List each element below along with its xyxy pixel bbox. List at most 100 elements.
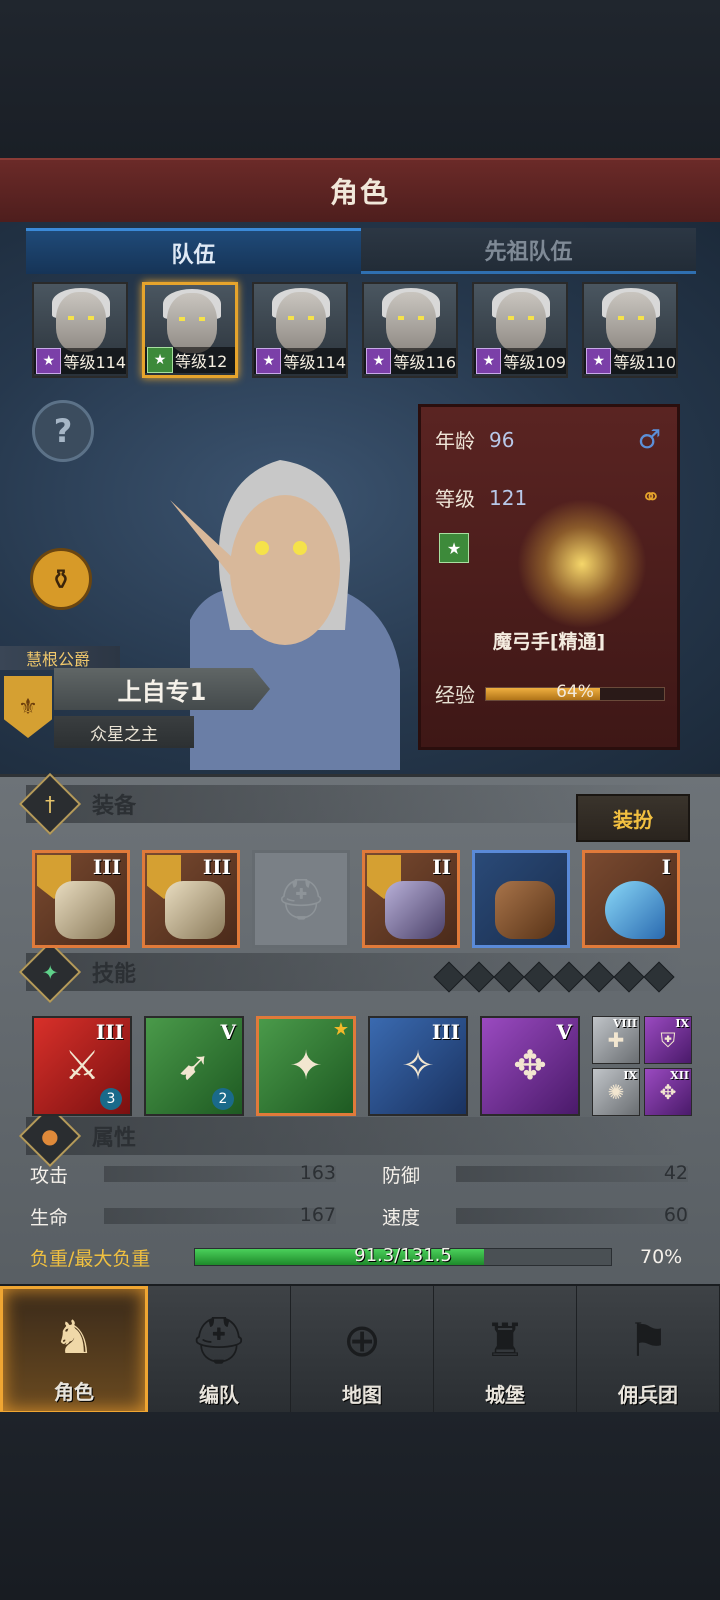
skill-slot-2[interactable]: ➹ V 2 [144,1016,244,1116]
level-label: 等级 [435,487,475,511]
party-portraits: ★ 等级114 ★ 等级12 ★ 等级114 ★ 等级116 ★ 等级109 ★ 等级110 [32,282,692,380]
skill-icon: ✚ [607,1028,625,1052]
skill-slot-4[interactable]: ✧ III [368,1016,468,1116]
passive-skill-4[interactable]: ✥ XII [644,1068,692,1116]
tier-label: III [202,855,231,879]
skill-points [433,961,698,993]
class-icon: ★ [36,348,62,374]
nav-label: 编队 [199,1383,239,1407]
potion-icon[interactable]: ⚱ [30,548,92,610]
passive-skill-2[interactable]: ⛨ IX [644,1016,692,1064]
equip-slot-armor[interactable]: II [362,850,460,948]
portrait-3[interactable]: ★ 等级114 [252,282,348,378]
level-tag: ★ 等级12 [145,347,235,373]
level-tag: ★ 等级110 [584,348,676,374]
level-tag: ★ 等级114 [254,348,346,374]
help-icon[interactable]: ? [32,400,94,462]
passive-skill-3[interactable]: ✺ IX [592,1068,640,1116]
hero-name[interactable]: 上自专1 [54,668,270,710]
unit-figure [517,499,647,629]
skill-icon: ➹ [177,1043,211,1089]
tier-label: V [556,1020,572,1044]
equip-slot-weapon-1[interactable]: III [32,850,130,948]
tier-label: VIII [613,1017,637,1030]
eyes [398,316,424,320]
equip-slot-weapon-2[interactable]: III [142,850,240,948]
skill-point [523,961,555,993]
tier-label: II [432,855,451,879]
stat-speed: 速度 60 [382,1202,688,1230]
age-row: 年龄 96 [435,425,514,454]
weapon-art [55,881,115,939]
hero-eye-right [293,541,307,555]
level-text: 等级12 [175,352,228,371]
equip-slot-amulet[interactable]: I [582,850,680,948]
eyes [618,316,644,320]
passive-skills: ✚ VIII ⛨ IX ✺ IX ✥ XII [592,1016,692,1116]
equip-slot-boots[interactable] [472,850,570,948]
helmet-icon: ⛑ [189,1312,249,1367]
portrait-1[interactable]: ★ 等级114 [32,282,128,378]
level-row: 等级 121 [435,483,527,512]
weight-row: 负重/最大负重 91.3/131.5 70% [30,1242,690,1272]
class-icon: ★ [476,348,502,374]
level-text: 等级109 [503,353,566,372]
stat-value: 163 [299,1162,336,1184]
portrait-6[interactable]: ★ 等级110 [582,282,678,378]
exp-percent: 64% [556,681,594,702]
tab-ancestor-party[interactable]: 先祖队伍 [361,228,696,274]
nav-character[interactable]: ♞ 角色 [0,1286,148,1414]
skill-icon: ✥ [513,1043,547,1089]
tab-party[interactable]: 队伍 [26,228,361,274]
class-name: 魔弓手[精通] [492,631,606,653]
eyes [68,316,94,320]
skill-icon: ⚔ [64,1043,100,1089]
hero-eye-left [255,541,269,555]
stat-bar [456,1208,688,1224]
weight-percent: 70% [640,1246,683,1268]
face [167,293,217,353]
level-tag: ★ 等级114 [34,348,126,374]
tier-label: IX [675,1017,689,1030]
nav-mercenary[interactable]: ⚑ 佣兵团 [577,1286,720,1414]
weight-label: 负重/最大负重 [30,1247,151,1270]
dress-button[interactable]: 装扮 [576,794,690,842]
hero-subtitle: 众星之主 [54,716,194,748]
portrait-4[interactable]: ★ 等级116 [362,282,458,378]
hero-face [230,495,340,645]
eyes [288,316,314,320]
bottom-background [0,1412,720,1600]
male-icon: ♂ [637,425,661,455]
skill-point [583,961,615,993]
level-tag: ★ 等级116 [364,348,456,374]
skill-point [433,961,465,993]
exp-row: 经验 64% [435,679,665,708]
skill-slots: ⚔ III 3 ➹ V 2 ✦ ★ ✧ III ✥ V ✚ VIII ⛨ IX ✺ I… [32,1016,692,1116]
nav-map[interactable]: ⊕ 地图 [291,1286,434,1414]
nav-formation[interactable]: ⛑ 编队 [148,1286,291,1414]
nav-label: 角色 [54,1380,94,1404]
portrait-5[interactable]: ★ 等级109 [472,282,568,378]
amulet-art [605,881,665,939]
noble-title: 慧根公爵 [0,646,120,670]
passive-skill-1[interactable]: ✚ VIII [592,1016,640,1064]
skill-count: 2 [212,1088,234,1110]
nav-label: 佣兵团 [618,1383,678,1407]
face [386,292,436,352]
skill-slot-3[interactable]: ✦ ★ [256,1016,356,1116]
eyes [179,317,205,321]
age-label: 年龄 [435,429,475,453]
skill-icon: ✥ [659,1080,677,1104]
stat-value: 42 [663,1162,688,1184]
ring-icon[interactable]: ⚭ [641,483,661,511]
face [276,292,326,352]
portrait-2[interactable]: ★ 等级12 [142,282,238,378]
boots-art [495,881,555,939]
nav-castle[interactable]: ♜ 城堡 [434,1286,577,1414]
skill-slot-5[interactable]: ✥ V [480,1016,580,1116]
skill-icon: ✺ [607,1080,625,1104]
skill-point [643,961,675,993]
skill-slot-1[interactable]: ⚔ III 3 [32,1016,132,1116]
skill-point [553,961,585,993]
equip-slot-helmet[interactable]: ⛑ [252,850,350,948]
